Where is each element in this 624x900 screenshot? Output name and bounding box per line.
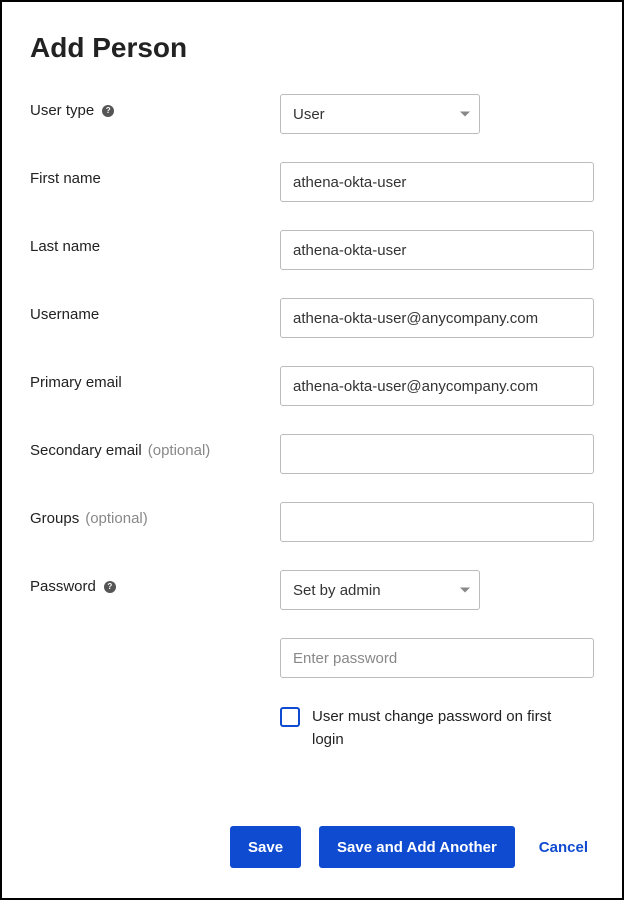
change-password-checkbox[interactable] [280,707,300,727]
row-change-password: User must change password on first login [30,706,594,751]
change-password-checkbox-row: User must change password on first login [280,706,594,751]
password-mode-value: Set by admin [280,570,480,610]
row-username: Username [30,298,594,338]
label-password-text: Password [30,578,96,595]
primary-email-input[interactable] [280,366,594,406]
label-first-name: First name [30,162,280,187]
button-bar: Save Save and Add Another Cancel [2,826,622,868]
password-input[interactable] [280,638,594,678]
label-username: Username [30,298,280,323]
secondary-email-input[interactable] [280,434,594,474]
control-username [280,298,594,338]
control-primary-email [280,366,594,406]
last-name-input[interactable] [280,230,594,270]
row-secondary-email: Secondary email (optional) [30,434,594,474]
row-user-type: User type ? User [30,94,594,134]
label-last-name: Last name [30,230,280,255]
label-password: Password ? [30,570,280,595]
row-last-name: Last name [30,230,594,270]
optional-hint: (optional) [85,510,148,527]
cancel-button[interactable]: Cancel [533,826,594,868]
row-groups: Groups (optional) [30,502,594,542]
control-groups [280,502,594,542]
control-last-name [280,230,594,270]
page-title: Add Person [30,32,594,64]
row-password-input [30,638,594,678]
control-user-type: User [280,94,594,134]
save-button[interactable]: Save [230,826,301,868]
control-secondary-email [280,434,594,474]
username-input[interactable] [280,298,594,338]
label-primary-email: Primary email [30,366,280,391]
row-password: Password ? Set by admin [30,570,594,610]
add-person-dialog: Add Person User type ? User First name L… [0,0,624,900]
control-first-name [280,162,594,202]
control-password-input [280,638,594,678]
label-secondary-email-text: Secondary email [30,442,142,459]
optional-hint: (optional) [148,442,211,459]
groups-input[interactable] [280,502,594,542]
password-mode-select[interactable]: Set by admin [280,570,480,610]
change-password-label: User must change password on first login [312,706,594,751]
user-type-select[interactable]: User [280,94,480,134]
help-icon[interactable]: ? [102,105,114,117]
user-type-select-value: User [280,94,480,134]
row-first-name: First name [30,162,594,202]
help-icon[interactable]: ? [104,581,116,593]
label-groups-text: Groups [30,510,79,527]
label-user-type: User type ? [30,94,280,119]
control-password-mode: Set by admin [280,570,594,610]
first-name-input[interactable] [280,162,594,202]
label-user-type-text: User type [30,102,94,119]
label-secondary-email: Secondary email (optional) [30,434,280,459]
control-change-password: User must change password on first login [280,706,594,751]
label-groups: Groups (optional) [30,502,280,527]
row-primary-email: Primary email [30,366,594,406]
save-add-another-button[interactable]: Save and Add Another [319,826,515,868]
